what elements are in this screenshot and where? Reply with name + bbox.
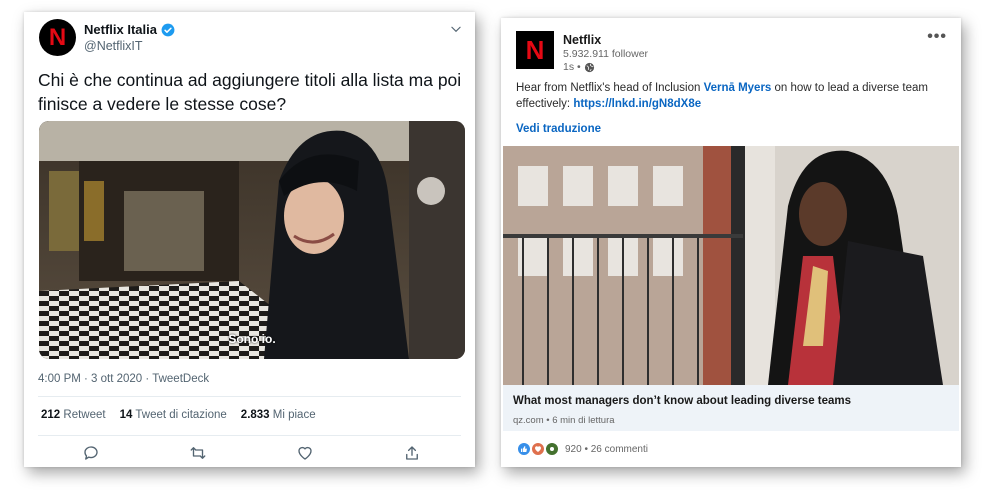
tweet-card: N Netflix Italia @NetflixIT Chi è che co… xyxy=(24,12,475,467)
article-source: qz.com • 6 min di lettura xyxy=(513,415,615,426)
tweet-media-image[interactable]: Sono io. xyxy=(39,121,465,359)
woman-at-window-image xyxy=(503,146,959,385)
reply-icon[interactable] xyxy=(82,444,100,462)
netflix-italia-avatar[interactable]: N xyxy=(39,19,76,56)
netflix-logo-letter: N xyxy=(48,23,67,51)
tweet-actions xyxy=(24,444,475,462)
verified-badge-icon xyxy=(161,23,175,36)
tweet-text: Chi è che continua ad aggiungere titoli … xyxy=(38,70,462,114)
see-translation-link[interactable]: Vedi traduzione xyxy=(516,123,601,135)
divider xyxy=(38,396,461,397)
retweet-icon[interactable] xyxy=(189,444,207,462)
reactions-bar[interactable]: 920 • 26 commenti xyxy=(517,442,648,456)
divider xyxy=(38,435,461,436)
article-title[interactable]: What most managers don’t know about lead… xyxy=(513,395,851,407)
post-time-text: 1s • xyxy=(563,61,581,73)
article-link-preview[interactable]: What most managers don’t know about lead… xyxy=(503,385,959,431)
netflix-logo-letter: N xyxy=(525,34,545,65)
tweet-author[interactable]: Netflix Italia xyxy=(84,22,175,37)
company-name[interactable]: Netflix xyxy=(563,33,601,47)
hallway-scene-image xyxy=(39,121,465,359)
author-display-name[interactable]: Netflix Italia xyxy=(84,22,157,37)
author-handle[interactable]: @NetflixIT xyxy=(84,39,143,53)
like-reaction-icon xyxy=(517,442,531,456)
tweet-timestamp[interactable]: 4:00 PM · 3 ott 2020 · TweetDeck xyxy=(38,373,209,385)
support-reaction-icon xyxy=(545,442,559,456)
post-url-link[interactable]: https://lnkd.in/gN8dX8e xyxy=(573,98,701,110)
tweet-stats: 212 Retweet 14 Tweet di citazione 2.833 … xyxy=(41,409,316,421)
share-icon[interactable] xyxy=(403,444,421,462)
retweets-stat[interactable]: 212 Retweet xyxy=(41,409,106,421)
article-image[interactable] xyxy=(503,146,959,385)
quotes-stat[interactable]: 14 Tweet di citazione xyxy=(120,409,227,421)
reactions-summary[interactable]: 920 • 26 commenti xyxy=(565,444,648,455)
more-options-icon[interactable]: ••• xyxy=(927,28,947,46)
chevron-down-icon[interactable] xyxy=(449,22,463,36)
mention-link[interactable]: Vernā Myers xyxy=(704,82,772,94)
video-subtitle: Sono io. xyxy=(228,332,276,346)
like-heart-icon[interactable] xyxy=(296,444,314,462)
linkedin-post-card: N Netflix 5.932.911 follower 1s • ••• He… xyxy=(501,18,961,467)
follower-count: 5.932.911 follower xyxy=(563,48,649,60)
post-text: Hear from Netflix's head of Inclusion Ve… xyxy=(516,80,946,112)
post-text-part: Hear from Netflix's head of Inclusion xyxy=(516,82,704,94)
globe-icon xyxy=(584,62,594,72)
likes-stat[interactable]: 2.833 Mi piace xyxy=(241,409,316,421)
love-reaction-icon xyxy=(531,442,545,456)
post-time: 1s • xyxy=(563,61,595,73)
netflix-company-logo[interactable]: N xyxy=(516,31,554,69)
